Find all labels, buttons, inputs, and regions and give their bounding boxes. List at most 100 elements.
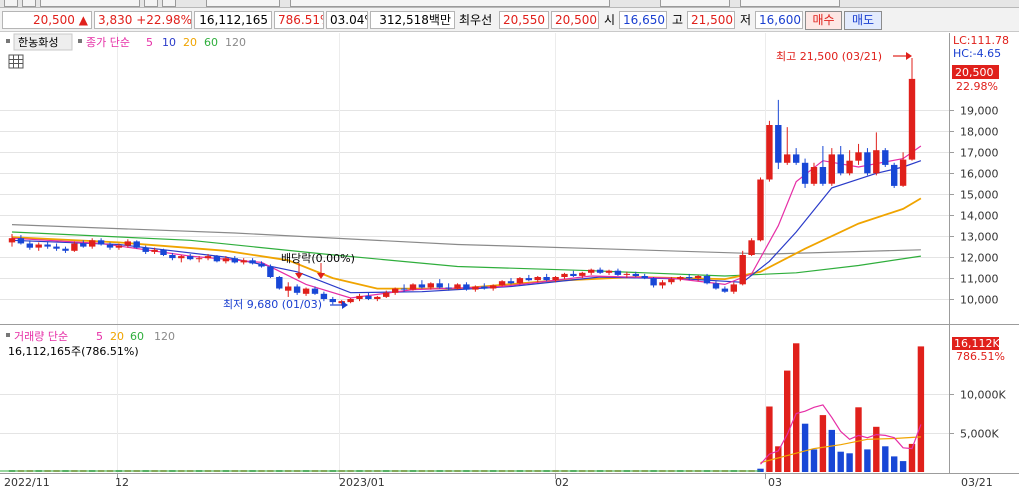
- candle-body: [721, 288, 729, 292]
- period-buttons[interactable]: [290, 0, 610, 7]
- candle-body: [124, 241, 131, 246]
- price-tick-label: 15,000: [960, 189, 999, 202]
- candle-body: [873, 150, 880, 174]
- candle-body: [775, 125, 782, 163]
- candle-body: [899, 159, 907, 186]
- candle-body: [383, 292, 390, 297]
- high-marker-label: 최고 21,500 (03/21): [776, 50, 882, 63]
- volume-bar: [828, 429, 835, 472]
- count-input[interactable]: [660, 0, 730, 7]
- price-change-pct: +22.98%: [136, 13, 192, 27]
- candle-body: [463, 284, 470, 290]
- candle-body: [53, 246, 60, 249]
- high-label: 고: [672, 13, 684, 27]
- price-tick-label: 16,000: [960, 168, 999, 181]
- candle-body: [908, 78, 916, 160]
- candle-body: [187, 256, 194, 260]
- candle-body: [507, 281, 515, 284]
- volume-bar: [837, 451, 844, 472]
- buy-button[interactable]: 매수: [805, 11, 842, 30]
- volume-bar: [801, 423, 809, 472]
- volume-ma-label[interactable]: 거래량 단순: [14, 330, 68, 343]
- price-change: 3,830: [98, 13, 133, 27]
- ma-period-10[interactable]: 10: [162, 36, 176, 49]
- low-label: 저: [740, 13, 752, 27]
- volume-tick-label: 10,000K: [960, 389, 1006, 402]
- candle-body: [543, 277, 550, 281]
- candle-body: [267, 266, 274, 277]
- candle-body: [730, 284, 737, 292]
- candle-body: [436, 283, 443, 288]
- candle-body: [454, 284, 461, 289]
- vol-ma-period-5[interactable]: 5: [96, 330, 103, 343]
- change-cell: 3,830 +22.98%: [94, 11, 192, 29]
- date-input[interactable]: [740, 0, 840, 7]
- toolbar-button[interactable]: [162, 0, 176, 7]
- candle-body: [418, 284, 426, 288]
- volume-value: 16,112,165: [194, 11, 272, 29]
- ma-period-5[interactable]: 5: [146, 36, 153, 49]
- candle-body: [213, 256, 221, 262]
- candle-body: [97, 240, 105, 245]
- current-pct-tag: 22.98%: [956, 80, 998, 93]
- price-tick-label: 11,000: [960, 273, 999, 286]
- price-tick-label: 17,000: [960, 147, 999, 160]
- stock-code-input[interactable]: [40, 0, 140, 7]
- candle: [213, 255, 221, 263]
- volume-bar: [757, 468, 764, 472]
- candle-body: [891, 164, 898, 186]
- top-toolbar: [0, 0, 1019, 8]
- dividend-marker-label: 배당락(0.00%): [281, 252, 355, 265]
- candle-body: [605, 270, 613, 273]
- volume-summary: 16,112,165주(786.51%): [8, 345, 139, 358]
- legend-square-icon: [6, 39, 10, 43]
- toolbar-button[interactable]: [22, 0, 36, 7]
- vol-ma-period-20[interactable]: 20: [110, 330, 124, 343]
- volume-bar: [882, 446, 889, 472]
- candle-body: [516, 278, 524, 284]
- ma-period-120[interactable]: 120: [225, 36, 246, 49]
- candle-body: [748, 240, 755, 255]
- volume-bar: [899, 461, 907, 472]
- candle-body: [356, 295, 363, 299]
- volume-bar: [917, 346, 925, 472]
- x-label-2023-01: 2023/01: [339, 476, 385, 489]
- low-price: 16,600: [755, 11, 803, 29]
- hc-label: HC:-4.65: [953, 47, 1001, 60]
- candle-body: [142, 247, 149, 252]
- volume-bar: [766, 406, 773, 472]
- candle-body: [623, 273, 630, 275]
- vol-ma-period-60[interactable]: 60: [130, 330, 144, 343]
- period-select[interactable]: [206, 0, 280, 7]
- lc-label: LC:111.78: [953, 34, 1009, 47]
- candle-body: [62, 248, 69, 251]
- toolbar-button[interactable]: [144, 0, 158, 7]
- ma-period-20[interactable]: 20: [183, 36, 197, 49]
- candle-body: [178, 256, 185, 259]
- stock-chart[interactable]: 한농화성 종가 단순 5 10 20 60 120 거래량 단순 5 20 60…: [0, 33, 1019, 493]
- candle: [133, 240, 140, 249]
- toolbar-button[interactable]: [4, 0, 18, 7]
- price-ma-label[interactable]: 종가 단순: [86, 36, 130, 49]
- candle-body: [169, 255, 176, 259]
- ma-period-60[interactable]: 60: [204, 36, 218, 49]
- candle-body: [686, 277, 693, 278]
- price-tick-label: 14,000: [960, 210, 999, 223]
- current-price-cell: 20,500 ▲: [2, 11, 92, 29]
- volume-bar: [873, 426, 880, 472]
- turnover-pct: 03.04%: [326, 11, 368, 29]
- candle-body: [712, 283, 720, 289]
- candle-body: [204, 256, 212, 259]
- candle-body: [596, 269, 604, 273]
- volume-bar: [891, 456, 898, 472]
- candle-body: [784, 154, 791, 163]
- vol-ma-period-120[interactable]: 120: [154, 330, 175, 343]
- stock-name: 한농화성: [18, 36, 58, 49]
- candle-body: [828, 154, 835, 184]
- sell-button[interactable]: 매도: [844, 11, 882, 30]
- legend-square-icon: [6, 333, 10, 337]
- chart-background: [0, 33, 1019, 493]
- candle-body: [864, 152, 871, 174]
- grid-settings-icon[interactable]: [8, 54, 24, 69]
- price-tick-label: 18,000: [960, 126, 999, 139]
